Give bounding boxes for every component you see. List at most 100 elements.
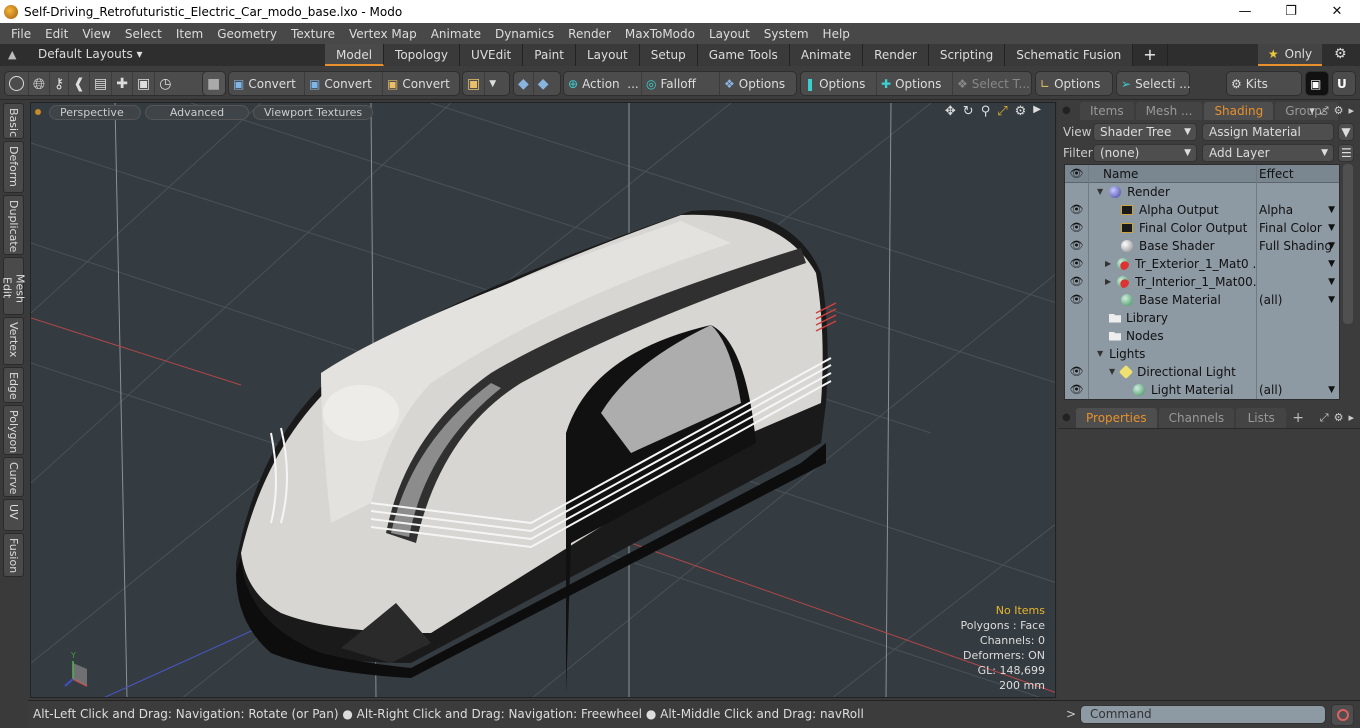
convert-button-3[interactable]: ▣ Convert xyxy=(383,72,459,95)
symmetry-options-button[interactable]: ❚ Options xyxy=(801,72,877,95)
minimize-button[interactable]: — xyxy=(1222,0,1268,23)
dropdown-arrow-icon[interactable]: ▼ xyxy=(1328,219,1335,237)
menu-item[interactable]: Item xyxy=(169,27,210,41)
polygon-tool-icon[interactable]: ❰ xyxy=(69,72,91,95)
expand-triangle-icon[interactable]: ▶ xyxy=(1105,255,1111,273)
tab-topology[interactable]: Topology xyxy=(384,44,461,66)
viewport-menu-dot[interactable] xyxy=(35,109,41,115)
menu-file[interactable]: File xyxy=(4,27,38,41)
tree-row-final-color-output[interactable]: 👁︎ Final Color Output Final Color ▼ xyxy=(1065,219,1339,237)
visibility-eye-icon[interactable]: 👁︎ xyxy=(1065,255,1089,273)
menu-layout[interactable]: Layout xyxy=(702,27,757,41)
menu-help[interactable]: Help xyxy=(816,27,857,41)
tab-channels[interactable]: Channels xyxy=(1158,408,1235,428)
assign-material-button[interactable]: Assign Material xyxy=(1202,123,1334,141)
advanced-button[interactable]: Advanced xyxy=(145,104,249,120)
convert-button-2[interactable]: ▣ Convert xyxy=(305,72,383,95)
select-through-button[interactable]: ❖ Select T... xyxy=(953,72,1031,95)
menu-view[interactable]: View xyxy=(75,27,117,41)
center-mode-icon[interactable]: ▣ xyxy=(133,72,156,95)
default-layouts-dropdown[interactable]: Default Layouts ▾ xyxy=(38,47,143,61)
material-mode-icon[interactable]: ◷ xyxy=(155,72,175,95)
viewport-more-arrow-icon[interactable]: ▶ xyxy=(1033,104,1041,119)
view-dropdown[interactable]: Shader Tree ▼ xyxy=(1093,123,1197,141)
convert-button-1[interactable]: ▣ Convert xyxy=(229,72,305,95)
filter-dropdown[interactable]: (none) ▼ xyxy=(1093,144,1197,162)
dropdown-arrow-icon[interactable]: ▼ xyxy=(1328,237,1335,255)
command-history-button[interactable] xyxy=(1331,704,1354,726)
add-tab-button[interactable]: + xyxy=(1133,44,1168,66)
visibility-eye-icon[interactable]: 👁︎ xyxy=(1065,219,1089,237)
add-layer-dropdown[interactable]: Add Layer ▼ xyxy=(1202,144,1334,162)
panel-gear-icon[interactable]: ⚙ xyxy=(1334,104,1344,118)
cube-icon[interactable]: ■ xyxy=(203,72,224,95)
tab-render[interactable]: Render xyxy=(863,44,929,66)
panel-more-arrow-icon[interactable]: ▸ xyxy=(1348,104,1354,118)
tree-row-base-material[interactable]: 👁︎ Base Material (all) ▼ xyxy=(1065,291,1339,309)
expand-triangle-icon[interactable]: ▼ xyxy=(1097,183,1103,201)
tree-row-render[interactable]: ▼ Render xyxy=(1065,183,1339,201)
maximize-viewport-icon[interactable]: ⤢ xyxy=(997,104,1007,119)
tree-row-exterior-material[interactable]: 👁︎ ▶ Tr_Exterior_1_Mat0 ... ▼ xyxy=(1065,255,1339,273)
falloff-button[interactable]: ◎ Falloff xyxy=(642,72,720,95)
items-mode-icon[interactable]: ▤ xyxy=(90,72,113,95)
menu-vertex-map[interactable]: Vertex Map xyxy=(342,27,424,41)
dropdown-arrow-icon[interactable]: ▼ xyxy=(1328,255,1335,273)
tabs-dropdown-icon[interactable]: ▾ xyxy=(1309,104,1315,118)
visibility-eye-icon[interactable]: 👁︎ xyxy=(1065,273,1089,291)
menu-edit[interactable]: Edit xyxy=(38,27,75,41)
expand-triangle-icon[interactable]: ▼ xyxy=(1097,345,1103,363)
visibility-eye-icon[interactable]: 👁︎ xyxy=(1065,381,1089,399)
effect-column-header[interactable]: Effect xyxy=(1257,165,1339,183)
selection-sets-button[interactable]: ➢ Selecti ... xyxy=(1117,72,1195,95)
tab-items[interactable]: Items xyxy=(1080,102,1134,120)
symmetry-icon[interactable]: ◆ xyxy=(514,72,534,95)
maximize-button[interactable]: ❐ xyxy=(1268,0,1314,23)
pivot-mode-icon[interactable]: ✚ xyxy=(112,72,133,95)
collapse-up-icon[interactable]: ▲ xyxy=(8,48,16,61)
dropdown-arrow-icon[interactable]: ▼ xyxy=(485,72,500,95)
tree-row-directional-light[interactable]: 👁︎ ▼ Directional Light xyxy=(1065,363,1339,381)
3d-viewport[interactable]: Y Perspective Advanced Viewport Textures… xyxy=(30,102,1056,698)
zoom-magnifier-icon[interactable]: ⚲ xyxy=(981,104,991,119)
menu-select[interactable]: Select xyxy=(118,27,169,41)
menu-animate[interactable]: Animate xyxy=(424,27,488,41)
close-button[interactable]: ✕ xyxy=(1314,0,1360,23)
tab-scripting[interactable]: Scripting xyxy=(928,44,1006,66)
tree-row-alpha-output[interactable]: 👁︎ Alpha Output Alpha ▼ xyxy=(1065,201,1339,219)
grid-options-button[interactable]: ∟ Options xyxy=(1036,72,1104,95)
tab-uv[interactable]: UV xyxy=(3,499,24,531)
pen-tool-icon[interactable]: ⚷ xyxy=(50,72,70,95)
select-vertices-button[interactable] xyxy=(5,72,29,95)
command-input[interactable]: Command xyxy=(1080,705,1326,724)
visibility-eye-icon[interactable]: 👁︎ xyxy=(1065,291,1089,309)
dropdown-arrow-icon[interactable]: ▼ xyxy=(1328,201,1335,219)
workplane-options-button[interactable]: ✚ Options xyxy=(877,72,953,95)
viewport-gear-icon[interactable]: ⚙ xyxy=(1015,104,1027,119)
tab-polygon[interactable]: Polygon xyxy=(3,405,24,455)
action-center-button[interactable]: ⊕ Action ... xyxy=(564,72,642,95)
tab-game-tools[interactable]: Game Tools xyxy=(697,44,790,66)
visibility-eye-icon[interactable]: 👁︎ xyxy=(1065,363,1089,381)
tab-paint[interactable]: Paint xyxy=(523,44,576,66)
tree-row-lights[interactable]: ▼ Lights xyxy=(1065,345,1339,363)
workplane-icon[interactable]: ◆ xyxy=(534,72,553,95)
tab-setup[interactable]: Setup xyxy=(639,44,698,66)
tab-basic[interactable]: Basic xyxy=(3,103,24,139)
viewport-textures-button[interactable]: Viewport Textures xyxy=(253,104,374,120)
gear-icon[interactable]: ⚙ xyxy=(1334,46,1347,62)
tab-edge[interactable]: Edge xyxy=(3,367,24,403)
panel-gear-icon[interactable]: ⚙ xyxy=(1334,411,1344,425)
menu-render[interactable]: Render xyxy=(561,27,618,41)
menu-texture[interactable]: Texture xyxy=(284,27,342,41)
menu-dynamics[interactable]: Dynamics xyxy=(488,27,561,41)
tab-duplicate[interactable]: Duplicate xyxy=(3,195,24,255)
list-options-icon[interactable]: ☰ xyxy=(1338,144,1354,162)
add-panel-tab-button[interactable]: + xyxy=(1288,408,1304,428)
tree-row-light-material[interactable]: 👁︎ Light Material (all) ▼ xyxy=(1065,381,1339,399)
dropdown-arrow-icon[interactable]: ▼ xyxy=(1328,291,1335,309)
tab-shading[interactable]: Shading xyxy=(1204,102,1274,120)
tab-layout[interactable]: Layout xyxy=(575,44,640,66)
tab-animate[interactable]: Animate xyxy=(789,44,864,66)
tab-uvedit[interactable]: UVEdit xyxy=(460,44,524,66)
